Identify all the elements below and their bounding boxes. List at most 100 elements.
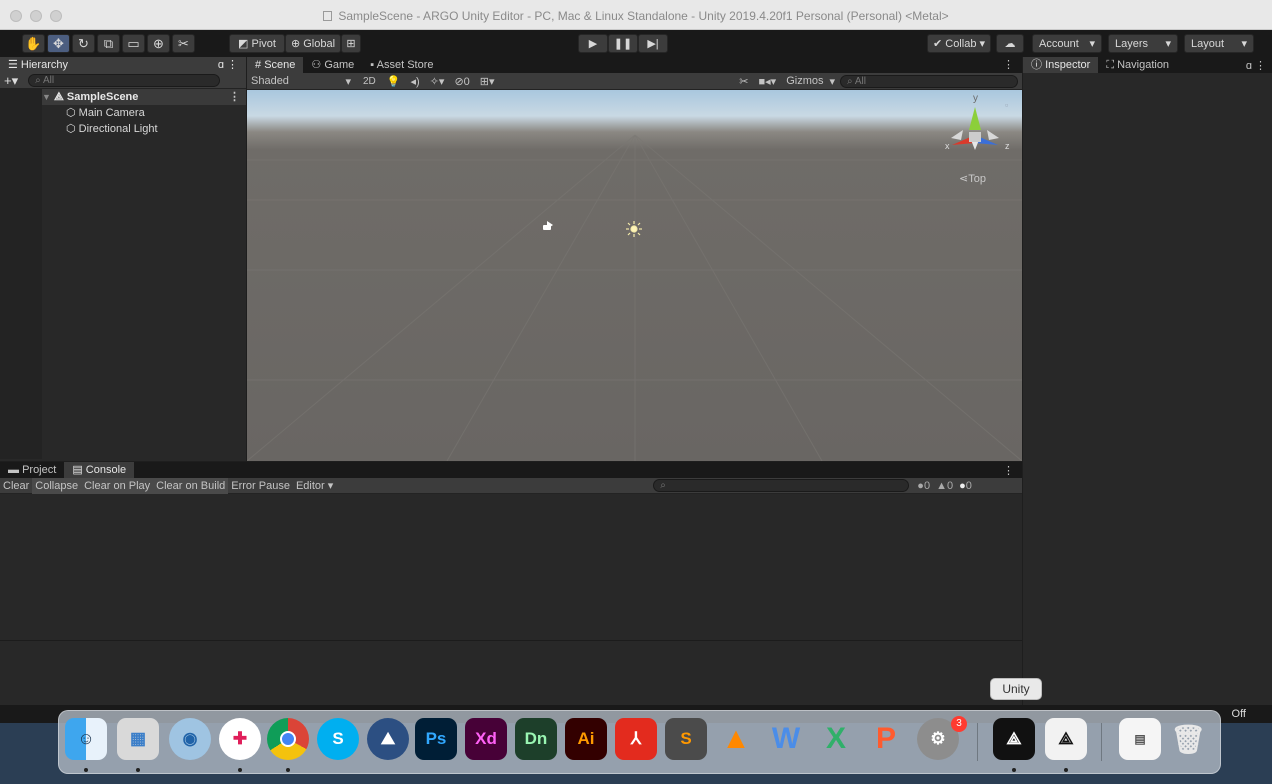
hierarchy-search-input[interactable]: ⌕ All <box>28 74 221 87</box>
app-icon[interactable]: ⛰ <box>367 718 409 760</box>
tools-icon[interactable]: ✂ <box>734 75 753 88</box>
expand-arrow-icon[interactable]: ▼ <box>42 92 51 102</box>
sublime-icon[interactable]: S <box>665 718 707 760</box>
vlc-icon[interactable]: ▲ <box>715 718 757 760</box>
transform-tool-button[interactable]: ⊕ <box>147 34 170 53</box>
layers-dropdown[interactable]: Layers ▾ <box>1108 34 1178 53</box>
error-icon: ● <box>959 479 966 492</box>
lighting-toggle-icon[interactable]: 💡 <box>382 75 406 88</box>
gizmos-dropdown[interactable]: Gizmos ▾ <box>781 75 840 88</box>
tab-game[interactable]: ⚇ Game <box>303 57 362 73</box>
inspector-lock-icon[interactable]: ɑ ⋮ <box>1246 59 1272 72</box>
chrome-icon[interactable] <box>267 718 309 760</box>
check-icon: ✔ <box>932 38 946 50</box>
dock-divider <box>1101 723 1102 761</box>
scene-viewport[interactable]: y ▫ x z ⋖Top <box>247 90 1022 461</box>
grid-snap-button[interactable]: ⊞ <box>341 34 361 53</box>
console-menu-icon[interactable]: ⋮ <box>1003 464 1022 477</box>
preview-icon[interactable]: ▦ <box>117 718 159 760</box>
quicktime-icon[interactable]: ◉ <box>169 718 211 760</box>
scene-search-input[interactable]: ⌕ All <box>840 74 1018 88</box>
xd-icon[interactable]: Xd <box>465 718 507 760</box>
clear-on-play-toggle[interactable]: Clear on Play <box>81 477 154 494</box>
skype-icon[interactable]: S <box>317 718 359 760</box>
inspector-tabbar: ⓘ Inspector ⛶ Navigation ɑ ⋮ <box>1023 57 1272 73</box>
shading-mode-dropdown[interactable]: Shaded ▾ <box>247 75 357 88</box>
acrobat-icon[interactable]: ⅄ <box>615 718 657 760</box>
lock-icon[interactable]: ɑ ⋮ <box>218 57 238 73</box>
running-indicator <box>84 768 88 772</box>
error-count-toggle[interactable]: ●0 <box>959 480 972 492</box>
dropdown-arrow-icon: ▾ <box>829 75 835 88</box>
clear-button[interactable]: Clear <box>0 478 32 494</box>
scene-root-item[interactable]: ▼ ⟁ SampleScene ⋮ <box>42 89 246 105</box>
hierarchy-item[interactable]: ⬡ Directional Light <box>66 121 158 137</box>
create-dropdown[interactable]: +▾ <box>0 73 22 89</box>
finder-icon[interactable]: ☺ <box>65 718 107 760</box>
unity-hub-icon[interactable]: ⟁ <box>1045 718 1087 760</box>
pivot-icon: ◩ <box>238 38 252 50</box>
info-icon: ⓘ <box>1031 59 1046 71</box>
rotate-tool-button[interactable]: ↻ <box>72 34 95 53</box>
unity-icon[interactable]: ⟁ <box>993 718 1035 760</box>
effects-dropdown-icon[interactable]: ✧▾ <box>425 75 450 88</box>
dimension-icon[interactable]: Dn <box>515 718 557 760</box>
account-dropdown[interactable]: Account ▾ <box>1032 34 1102 53</box>
grid-dropdown-icon[interactable]: ⊞▾ <box>475 75 500 88</box>
hierarchy-item[interactable]: ⬡ Main Camera <box>66 105 145 121</box>
tab-hierarchy[interactable]: ☰ Hierarchy ɑ ⋮ <box>0 57 246 73</box>
main-toolbar: ✋ ✥ ↻ ⧉ ▭ ⊕ ✂ ◩ Pivot ⊕ Global ⊞ ▶ ❚❚ ▶|… <box>0 30 1272 57</box>
illustrator-icon[interactable]: Ai <box>565 718 607 760</box>
log-count-toggle[interactable]: ●0 <box>917 480 930 492</box>
tab-inspector[interactable]: ⓘ Inspector <box>1023 57 1099 73</box>
gizmo-lock-icon[interactable]: ▫ <box>1005 100 1008 110</box>
rect-tool-button[interactable]: ▭ <box>122 34 145 53</box>
console-split-divider[interactable] <box>0 640 1022 641</box>
preview-document-icon[interactable]: ▤ <box>1119 718 1161 760</box>
scene-grid <box>247 107 1022 461</box>
tab-console[interactable]: ▤ Console <box>64 462 135 478</box>
word-icon[interactable]: W <box>765 718 807 760</box>
orientation-gizmo[interactable] <box>951 107 999 150</box>
rect-icon: ▭ <box>127 35 140 51</box>
trash-icon[interactable]: 🗑 <box>1167 718 1209 760</box>
layout-dropdown[interactable]: Layout ▾ <box>1184 34 1254 53</box>
editor-dropdown[interactable]: Editor ▾ <box>293 478 336 494</box>
cloud-button[interactable]: ☁ <box>996 34 1024 53</box>
play-button[interactable]: ▶ <box>578 34 608 53</box>
camera-dropdown-icon[interactable]: ■◂▾ <box>754 75 782 88</box>
custom-tool-button[interactable]: ✂ <box>172 34 195 53</box>
list-icon: ☰ <box>8 59 21 71</box>
perspective-icon: ⋖ <box>959 173 969 185</box>
console-search-input[interactable]: ⌕ <box>653 479 910 492</box>
step-button[interactable]: ▶| <box>638 34 668 53</box>
photoshop-icon[interactable]: Ps <box>415 718 457 760</box>
collab-button[interactable]: ✔ Collab ▾ <box>927 34 991 53</box>
audio-toggle-icon[interactable]: ◂) <box>406 75 425 88</box>
scene-menu-icon[interactable]: ⋮ <box>229 89 240 105</box>
tab-navigation[interactable]: ⛶ Navigation <box>1098 57 1177 73</box>
2d-toggle[interactable]: 2D <box>357 76 382 87</box>
powerpoint-icon[interactable]: P <box>865 718 907 760</box>
warning-count-toggle[interactable]: ▲0 <box>936 480 953 492</box>
tab-project[interactable]: ▬ Project <box>0 462 64 478</box>
running-indicator <box>1064 768 1068 772</box>
scale-tool-button[interactable]: ⧉ <box>97 34 120 53</box>
slack-icon[interactable]: ✚ <box>219 718 261 760</box>
pivot-toggle[interactable]: ◩ Pivot <box>229 34 285 53</box>
collapse-toggle[interactable]: Collapse <box>32 477 82 494</box>
tab-scene[interactable]: # Scene <box>247 57 304 73</box>
hidden-objects-toggle[interactable]: ⊘0 <box>449 75 474 88</box>
move-tool-button[interactable]: ✥ <box>47 34 70 53</box>
view-label[interactable]: ⋖Top <box>959 172 986 185</box>
global-toggle[interactable]: ⊕ Global <box>285 34 341 53</box>
pause-button[interactable]: ❚❚ <box>608 34 638 53</box>
tab-asset-store[interactable]: ▪ Asset Store <box>362 57 441 73</box>
excel-icon[interactable]: X <box>815 718 857 760</box>
scene-panel-menu-icon[interactable]: ⋮ <box>1003 58 1014 71</box>
error-pause-toggle[interactable]: Error Pause <box>228 478 293 494</box>
gameobject-cube-icon: ⬡ <box>66 107 79 119</box>
unity-scene-icon: ⟁ <box>53 91 67 103</box>
clear-on-build-toggle[interactable]: Clear on Build <box>153 477 229 494</box>
hand-tool-button[interactable]: ✋ <box>22 34 45 53</box>
